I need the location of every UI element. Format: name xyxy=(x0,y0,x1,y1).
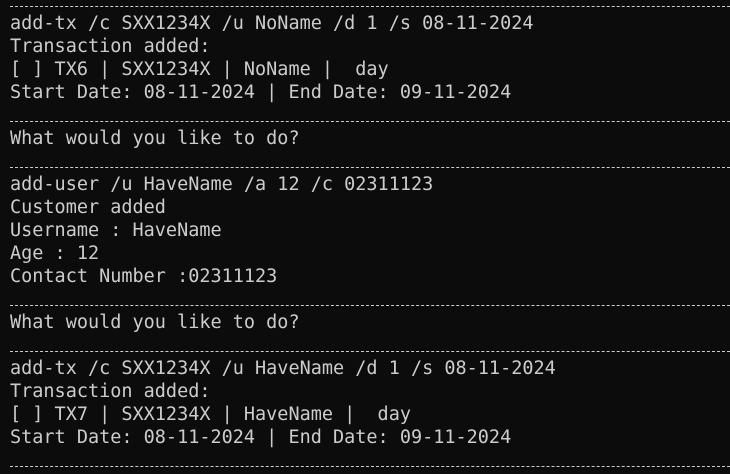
separator-line xyxy=(10,466,730,467)
prompt-line: What would you like to do? xyxy=(10,312,300,333)
output-line: Contact Number :02311123 xyxy=(10,266,278,287)
separator-line xyxy=(10,6,730,7)
output-line: Start Date: 08-11-2024 | End Date: 09-11… xyxy=(10,82,512,103)
separator-line xyxy=(10,121,730,122)
separator-line xyxy=(10,351,730,352)
command-line: add-tx /c SXX1234X /u NoName /d 1 /s 08-… xyxy=(10,13,534,34)
output-line: Customer added xyxy=(10,197,166,218)
command-line: add-tx /c SXX1234X /u HaveName /d 1 /s 0… xyxy=(10,358,556,379)
output-line: Age : 12 xyxy=(10,243,100,264)
prompt-line: What would you like to do? xyxy=(10,128,300,149)
command-line: add-user /u HaveName /a 12 /c 02311123 xyxy=(10,174,434,195)
output-line: Transaction added: xyxy=(10,36,211,57)
output-line: [ ] TX7 | SXX1234X | HaveName | day xyxy=(10,404,411,425)
terminal-window[interactable]: add-tx /c SXX1234X /u NoName /d 1 /s 08-… xyxy=(0,0,730,474)
output-line: [ ] TX6 | SXX1234X | NoName | day xyxy=(10,59,389,80)
separator-line xyxy=(10,305,730,306)
output-line: Transaction added: xyxy=(10,381,211,402)
output-line: Start Date: 08-11-2024 | End Date: 09-11… xyxy=(10,427,512,448)
separator-line xyxy=(10,167,730,168)
output-line: Username : HaveName xyxy=(10,220,222,241)
